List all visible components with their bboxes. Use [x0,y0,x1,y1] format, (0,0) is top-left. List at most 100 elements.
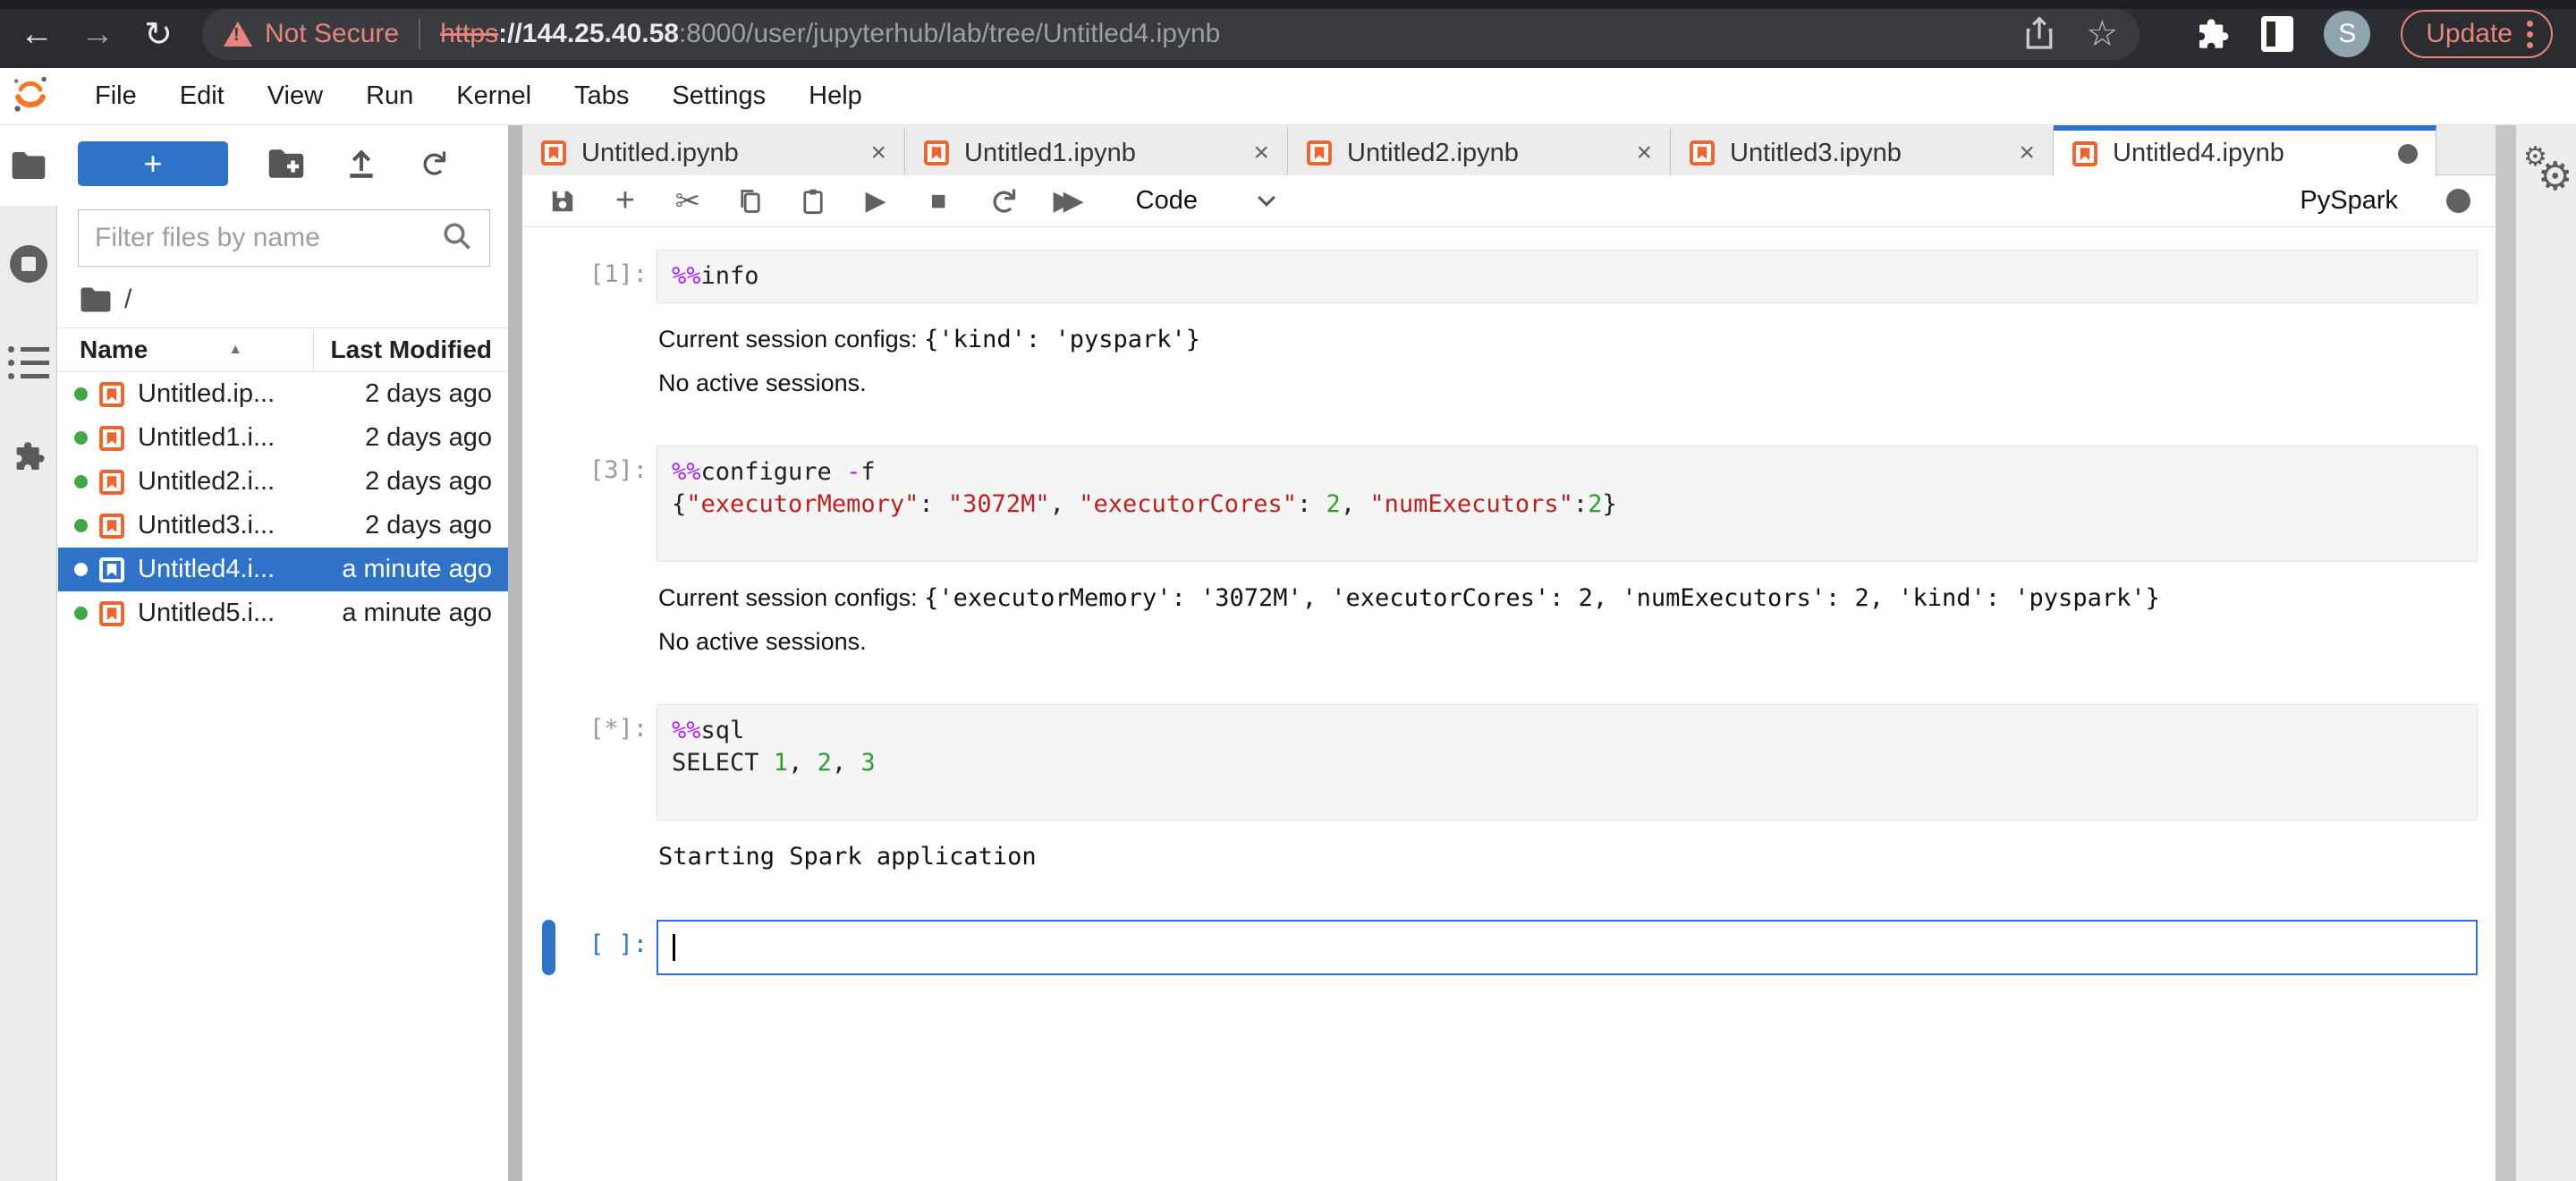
cell-collapser[interactable] [542,704,555,886]
file-name: Untitled.ip... [138,379,275,408]
tab-close-icon[interactable]: × [1636,138,1652,168]
file-row[interactable]: Untitled2.i... 2 days ago [58,460,508,504]
browser-forward-button[interactable]: → [73,10,122,58]
tab-label: Untitled2.ipynb [1347,138,1519,167]
cell-editor[interactable]: %%configure -f {"executorMemory": "3072M"… [657,446,2478,562]
file-list-header: Name ▲ Last Modified [58,327,508,372]
file-modified: 2 days ago [365,379,492,408]
file-row[interactable]: Untitled3.i... 2 days ago [58,504,508,548]
address-bar[interactable]: Not Secure https://144.25.40.58:8000/use… [202,8,2140,60]
cut-cells-button[interactable]: ✂ [674,183,701,219]
kernel-running-dot [74,563,88,576]
notebook-cell-2[interactable]: [*]: %%sql SELECT 1, 2, 3 Starting Spark ap… [522,704,2496,886]
kernel-running-dot [74,431,88,445]
menu-help[interactable]: Help [787,81,884,111]
notebook-scrollbar[interactable] [2496,125,2516,1181]
update-button[interactable]: Update [2401,10,2553,58]
restart-run-all-button[interactable]: ▶▶ [1054,185,1084,217]
copy-cells-button[interactable] [737,188,764,215]
menu-file[interactable]: File [73,81,158,111]
extension-puzzle-icon [16,442,45,470]
filter-files-input[interactable] [95,223,441,253]
notebook-file-icon [98,600,125,627]
tab-close-icon[interactable]: × [1253,138,1269,168]
new-launcher-button[interactable]: + [78,141,228,186]
cell-editor[interactable]: %%info [657,250,2478,303]
tab-untitled4-ipynb[interactable]: Untitled4.ipynb [2054,125,2436,176]
menu-run[interactable]: Run [344,81,435,111]
menu-view[interactable]: View [246,81,344,111]
browser-menu-kebab-icon[interactable] [2527,20,2533,48]
notebook-cell-1[interactable]: [3]: %%configure -f {"executorMemory": "30… [522,446,2496,670]
run-cell-button[interactable]: ▶ [862,185,889,217]
paste-cells-button[interactable] [800,188,826,215]
notebook-toolbar: + ✂ ▶ ■ ↻ ▶▶ Code PySpark [522,175,2496,227]
file-row[interactable]: Untitled1.i... 2 days ago [58,416,508,460]
browser-back-button[interactable]: ← [13,10,61,58]
notebook-file-icon [923,140,950,166]
tab-close-icon[interactable]: × [870,138,886,168]
file-row[interactable]: Untitled4.i... a minute ago [58,548,508,591]
tab-untitled3-ipynb[interactable]: Untitled3.ipynb × [1671,125,2054,175]
cell-prompt: [ ]: [589,930,648,958]
tab-close-icon[interactable]: × [2019,138,2035,168]
menu-tabs[interactable]: Tabs [553,81,650,111]
address-separator [419,19,421,49]
url-text[interactable]: https://144.25.40.58:8000/user/jupyterhu… [440,19,1220,49]
running-sessions-icon [10,245,47,283]
code-line: %%sql [672,717,745,744]
column-header-name[interactable]: Name ▲ [58,336,313,364]
panel-divider[interactable] [508,125,522,1181]
browser-refresh-button[interactable]: ↻ [134,10,182,58]
file-modified: 2 days ago [365,467,492,496]
sidebar-tab-toc[interactable] [0,318,57,407]
cell-collapser[interactable] [542,920,555,975]
notebook-file-icon [2072,140,2098,167]
column-header-last-modified[interactable]: Last Modified [313,328,508,371]
cell-type-dropdown[interactable]: Code [1136,186,1275,216]
cell-collapser[interactable] [542,250,555,412]
extensions-puzzle-icon[interactable] [2193,15,2231,53]
sidebar-tab-running[interactable] [0,219,57,309]
breadcrumb[interactable]: / [58,267,508,327]
filter-box[interactable] [78,209,490,267]
sidebar-tab-extensions[interactable] [0,412,57,501]
menu-settings[interactable]: Settings [650,81,787,111]
cell-editor[interactable] [657,920,2478,975]
notebook-cell-3[interactable]: [ ]: [522,920,2496,975]
breadcrumb-root[interactable]: / [124,285,131,315]
cell-editor[interactable]: %%sql SELECT 1, 2, 3 [657,704,2478,820]
not-secure-label[interactable]: Not Secure [265,19,399,49]
cell-main: %%info Current session configs: {'kind': … [657,250,2478,412]
kernel-running-dot [74,519,88,532]
restart-kernel-button[interactable]: ↻ [983,181,1022,222]
cell-collapser[interactable] [542,446,555,670]
save-button[interactable] [549,188,576,215]
menubar-items: File Edit View Run Kernel Tabs Settings Help [73,81,884,111]
refresh-icon[interactable]: ↻ [413,143,453,184]
side-panel-icon[interactable] [2261,16,2294,52]
tab-untitled-ipynb[interactable]: Untitled.ipynb × [522,125,905,175]
sort-ascending-icon: ▲ [228,342,243,357]
bookmark-star-icon[interactable]: ☆ [2086,13,2118,55]
notebook-cell-0[interactable]: [1]: %%info Current session configs: {'kin… [522,250,2496,412]
profile-avatar[interactable]: S [2324,11,2371,57]
kernel-busy-indicator[interactable] [2446,189,2470,213]
tab-dirty-indicator[interactable] [2398,143,2418,164]
kernel-name[interactable]: PySpark [2300,186,2398,216]
code-line: %%info [672,262,759,290]
upload-icon[interactable] [344,147,378,181]
add-cell-button[interactable]: + [612,182,639,220]
menu-kernel[interactable]: Kernel [435,81,553,111]
tab-untitled1-ipynb[interactable]: Untitled1.ipynb × [905,125,1288,175]
sidebar-tab-filebrowser[interactable] [0,125,57,206]
interrupt-kernel-button[interactable]: ■ [925,186,952,217]
tab-untitled2-ipynb[interactable]: Untitled2.ipynb × [1288,125,1671,175]
file-row[interactable]: Untitled.ip... 2 days ago [58,372,508,416]
menu-edit[interactable]: Edit [158,81,246,111]
notebook-file-icon [98,381,125,408]
share-icon[interactable] [2023,16,2055,52]
notebook-content: [1]: %%info Current session configs: {'kin… [522,227,2496,1180]
file-row[interactable]: Untitled5.i... a minute ago [58,591,508,635]
new-folder-icon[interactable] [267,148,305,180]
